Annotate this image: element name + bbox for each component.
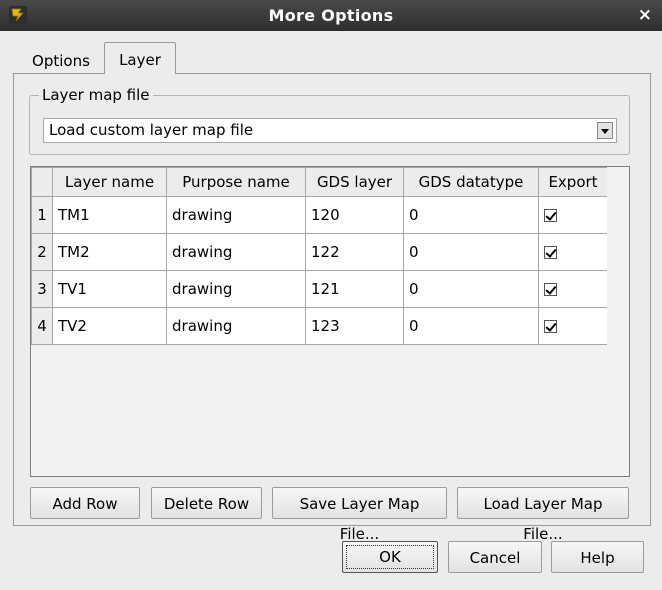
cell-gds-layer[interactable]: 122 [305, 233, 404, 271]
close-icon[interactable]: × [638, 5, 652, 25]
cell-export [538, 307, 608, 345]
table-row[interactable]: 1 TM1 drawing 120 0 [31, 196, 608, 234]
table-row[interactable]: 3 TV1 drawing 121 0 [31, 270, 608, 308]
cell-purpose-name[interactable]: drawing [166, 196, 306, 234]
cell-gds-layer[interactable]: 121 [305, 270, 404, 308]
cell-gds-layer[interactable]: 120 [305, 196, 404, 234]
row-number[interactable]: 1 [31, 196, 53, 234]
column-header-gds-datatype[interactable]: GDS datatype [403, 167, 539, 197]
layer-grid: Layer name Purpose name GDS layer GDS da… [31, 167, 608, 345]
export-checkbox[interactable] [544, 320, 557, 333]
cell-gds-datatype[interactable]: 0 [403, 270, 539, 308]
help-button[interactable]: Help [551, 541, 644, 573]
layer-table: Layer name Purpose name GDS layer GDS da… [30, 166, 630, 477]
cell-export [538, 196, 608, 234]
column-header-export[interactable]: Export [538, 167, 608, 197]
row-number[interactable]: 3 [31, 270, 53, 308]
row-number[interactable]: 2 [31, 233, 53, 271]
layer-map-file-title: Layer map file [39, 86, 153, 104]
cancel-button[interactable]: Cancel [448, 541, 542, 573]
cell-purpose-name[interactable]: drawing [166, 270, 306, 308]
ok-button-label: OK [346, 545, 434, 569]
cell-purpose-name[interactable]: drawing [166, 233, 306, 271]
add-row-button[interactable]: Add Row [30, 487, 140, 519]
delete-row-button[interactable]: Delete Row [151, 487, 262, 519]
cell-purpose-name[interactable]: drawing [166, 307, 306, 345]
row-number[interactable]: 4 [31, 307, 53, 345]
layer-map-file-dropdown[interactable]: Load custom layer map file [43, 118, 617, 143]
table-scroll-area[interactable] [607, 167, 629, 476]
cell-layer-name[interactable]: TV1 [52, 270, 167, 308]
table-row[interactable]: 2 TM2 drawing 122 0 [31, 233, 608, 271]
cell-layer-name[interactable]: TM2 [52, 233, 167, 271]
layer-map-file-value: Load custom layer map file [49, 121, 254, 139]
cell-layer-name[interactable]: TV2 [52, 307, 167, 345]
title-bar: More Options × [0, 0, 662, 31]
ok-button[interactable]: OK [342, 541, 438, 573]
column-header-gds-layer[interactable]: GDS layer [305, 167, 404, 197]
load-layer-map-button[interactable]: Load Layer Map File... [457, 487, 629, 543]
column-header-layer-name[interactable]: Layer name [52, 167, 167, 197]
cell-gds-layer[interactable]: 123 [305, 307, 404, 345]
tab-options[interactable]: Options [18, 47, 104, 75]
export-checkbox[interactable] [544, 283, 557, 296]
cell-export [538, 233, 608, 271]
cell-export [538, 270, 608, 308]
cell-layer-name[interactable]: TM1 [52, 196, 167, 234]
chevron-down-icon[interactable] [597, 122, 613, 139]
cell-gds-datatype[interactable]: 0 [403, 233, 539, 271]
window-title: More Options [268, 6, 394, 25]
table-row[interactable]: 4 TV2 drawing 123 0 [31, 307, 608, 345]
export-checkbox[interactable] [544, 246, 557, 259]
more-options-dialog: More Options × Options Layer Layer map f… [0, 0, 662, 590]
save-layer-map-button[interactable]: Save Layer Map File... [272, 487, 447, 543]
tab-layer[interactable]: Layer [104, 42, 176, 74]
export-checkbox[interactable] [544, 209, 557, 222]
cell-gds-datatype[interactable]: 0 [403, 196, 539, 234]
cell-gds-datatype[interactable]: 0 [403, 307, 539, 345]
table-corner [31, 167, 53, 197]
column-header-purpose-name[interactable]: Purpose name [166, 167, 306, 197]
